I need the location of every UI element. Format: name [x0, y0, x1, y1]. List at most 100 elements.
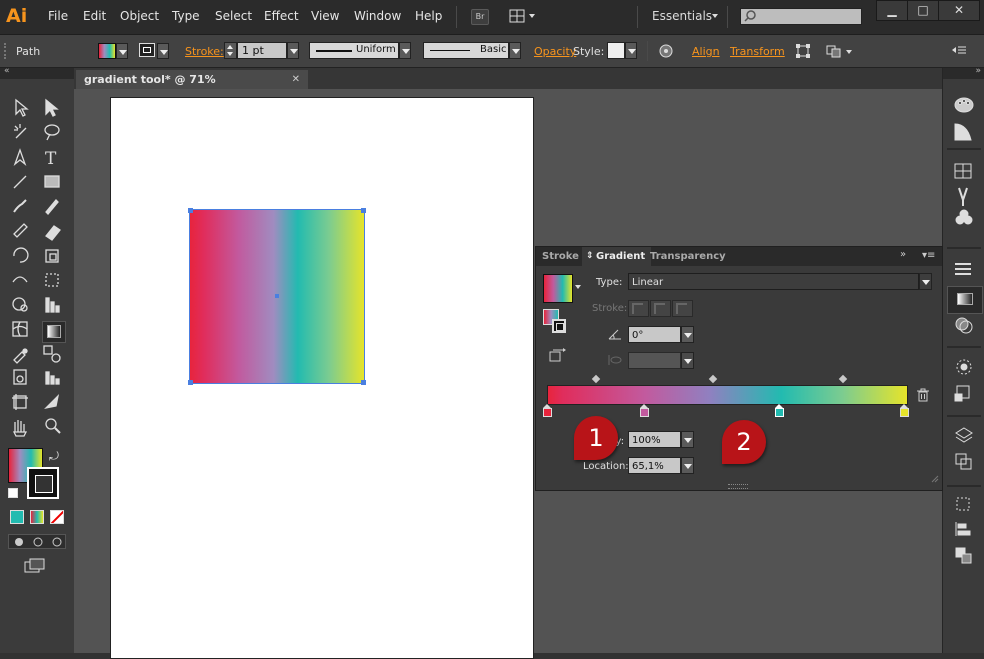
stroke-weight-field[interactable]: 1 pt — [237, 42, 287, 59]
stroke-weight-dropdown[interactable] — [287, 42, 299, 59]
opacity-link[interactable]: Opacity — [534, 45, 576, 58]
divider — [456, 6, 457, 28]
color-mode-button[interactable] — [10, 510, 24, 524]
none-mode-button[interactable] — [50, 510, 64, 524]
gradient-midpoint[interactable] — [591, 374, 601, 384]
fill-swatch[interactable] — [98, 43, 116, 59]
drawing-modes[interactable] — [8, 534, 66, 549]
gradient-midpoint[interactable] — [838, 374, 848, 384]
resize-corner[interactable] — [929, 473, 939, 483]
reverse-gradient-button[interactable] — [549, 348, 567, 362]
menu-select[interactable]: Select — [215, 9, 252, 23]
panel-tabs: Stroke ⇕ Gradient Transparency » ▾≡ — [536, 247, 942, 266]
default-colors-icon[interactable] — [8, 488, 18, 498]
collapse-panel-icon[interactable]: » — [900, 249, 906, 260]
grip-handle[interactable] — [4, 43, 9, 59]
stroke-weight-stepper[interactable] — [224, 42, 237, 59]
center-point — [275, 294, 279, 298]
gradient-tool[interactable] — [42, 321, 66, 343]
transform-link[interactable]: Transform — [730, 45, 785, 58]
color-stop[interactable] — [900, 404, 909, 417]
menu-help[interactable]: Help — [415, 9, 442, 23]
panel-menu-icon[interactable] — [951, 44, 967, 56]
style-label: Style: — [573, 45, 605, 58]
selection-tool[interactable] — [8, 96, 30, 118]
aspect-ratio-field — [628, 352, 681, 369]
stop-color — [640, 408, 649, 417]
gradient-panel-icon[interactable] — [947, 286, 983, 314]
gradient-slider[interactable] — [547, 385, 908, 405]
close-button[interactable]: ✕ — [938, 0, 980, 21]
color-stop[interactable] — [640, 404, 649, 417]
color-wheel-icon — [659, 44, 673, 58]
type-dropdown[interactable] — [919, 273, 932, 290]
menu-file[interactable]: File — [48, 9, 68, 23]
collapse-icon[interactable]: « — [4, 66, 10, 76]
swap-colors-icon[interactable]: ⤾ — [49, 449, 59, 464]
fill-dropdown[interactable] — [116, 43, 128, 59]
gradient-mode-button[interactable] — [30, 510, 44, 524]
delete-stop-button[interactable] — [916, 388, 930, 402]
brush-definition[interactable]: Basic — [423, 42, 509, 59]
collapse-icon[interactable]: » — [975, 66, 981, 76]
profile-label: Uniform — [356, 44, 396, 55]
screen-mode-button[interactable] — [24, 558, 48, 574]
recolor-artwork-button[interactable] — [658, 43, 674, 59]
angle-dropdown[interactable] — [681, 326, 694, 343]
workspace-switcher[interactable]: Essentials — [652, 9, 712, 23]
stroke-label-link[interactable]: Stroke: — [185, 45, 224, 58]
menu-window[interactable]: Window — [354, 9, 401, 23]
menu-view[interactable]: View — [311, 9, 339, 23]
selection-handle[interactable] — [361, 208, 366, 213]
minimize-button[interactable]: ▁ — [876, 0, 908, 21]
stroke-swatch[interactable] — [139, 43, 155, 57]
stroke-dropdown[interactable] — [157, 43, 169, 59]
tab-stroke[interactable]: Stroke — [536, 247, 585, 266]
divider — [637, 6, 638, 28]
menu-effect[interactable]: Effect — [264, 9, 299, 23]
color-stop-selected[interactable] — [775, 404, 784, 417]
close-tab-icon[interactable]: ✕ — [292, 70, 300, 89]
type-label: Type: — [596, 277, 623, 288]
graphic-style-swatch[interactable] — [607, 42, 625, 59]
document-tab[interactable]: gradient tool* @ 71% (CMYK/Preview) ✕ — [76, 70, 308, 105]
resize-grip[interactable] — [728, 484, 748, 489]
selection-handle[interactable] — [188, 380, 193, 385]
arrange-documents-button[interactable] — [509, 9, 535, 23]
gradient-midpoint[interactable] — [708, 374, 718, 384]
brush-dropdown[interactable] — [509, 42, 521, 59]
callout-marker-1: 1 — [574, 416, 618, 460]
location-dropdown[interactable] — [681, 457, 694, 474]
panel-menu-icon[interactable]: ▾≡ — [922, 250, 935, 261]
location-field[interactable]: 65,1% — [628, 457, 681, 474]
search-input[interactable] — [740, 8, 862, 25]
chevron-down-icon[interactable] — [575, 285, 581, 289]
tab-transparency[interactable]: Transparency — [644, 247, 732, 266]
arrange-button[interactable] — [826, 43, 854, 59]
align-link[interactable]: Align — [692, 45, 720, 58]
profile-dropdown[interactable] — [399, 42, 411, 59]
style-dropdown[interactable] — [625, 42, 637, 59]
maximize-button[interactable]: □ — [907, 0, 939, 21]
angle-field[interactable]: 0° — [628, 326, 681, 343]
selection-handle[interactable] — [361, 380, 366, 385]
arrange-documents-icon — [509, 9, 535, 23]
color-stop[interactable] — [543, 404, 552, 417]
menu-type[interactable]: Type — [172, 9, 200, 23]
angle-icon — [608, 328, 622, 340]
tab-gradient[interactable]: ⇕ Gradient — [582, 247, 652, 266]
stroke-color-swatch[interactable] — [27, 467, 59, 499]
opacity-field[interactable]: 100% — [628, 431, 681, 448]
gradient-stroke-indicator[interactable] — [552, 319, 566, 333]
variable-width-profile[interactable]: Uniform — [309, 42, 399, 59]
bridge-button[interactable]: Br — [471, 9, 489, 25]
selection-handle[interactable] — [188, 208, 193, 213]
menu-object[interactable]: Object — [120, 9, 159, 23]
menu-bar: Ai File Edit Object Type Select Effect V… — [0, 0, 984, 35]
menu-edit[interactable]: Edit — [83, 9, 106, 23]
type-select[interactable]: Linear — [628, 273, 919, 290]
isolate-button[interactable] — [795, 43, 811, 59]
gradient-preview-swatch[interactable] — [543, 274, 573, 303]
direct-selection-tool[interactable] — [40, 96, 62, 118]
opacity-dropdown[interactable] — [681, 431, 694, 448]
